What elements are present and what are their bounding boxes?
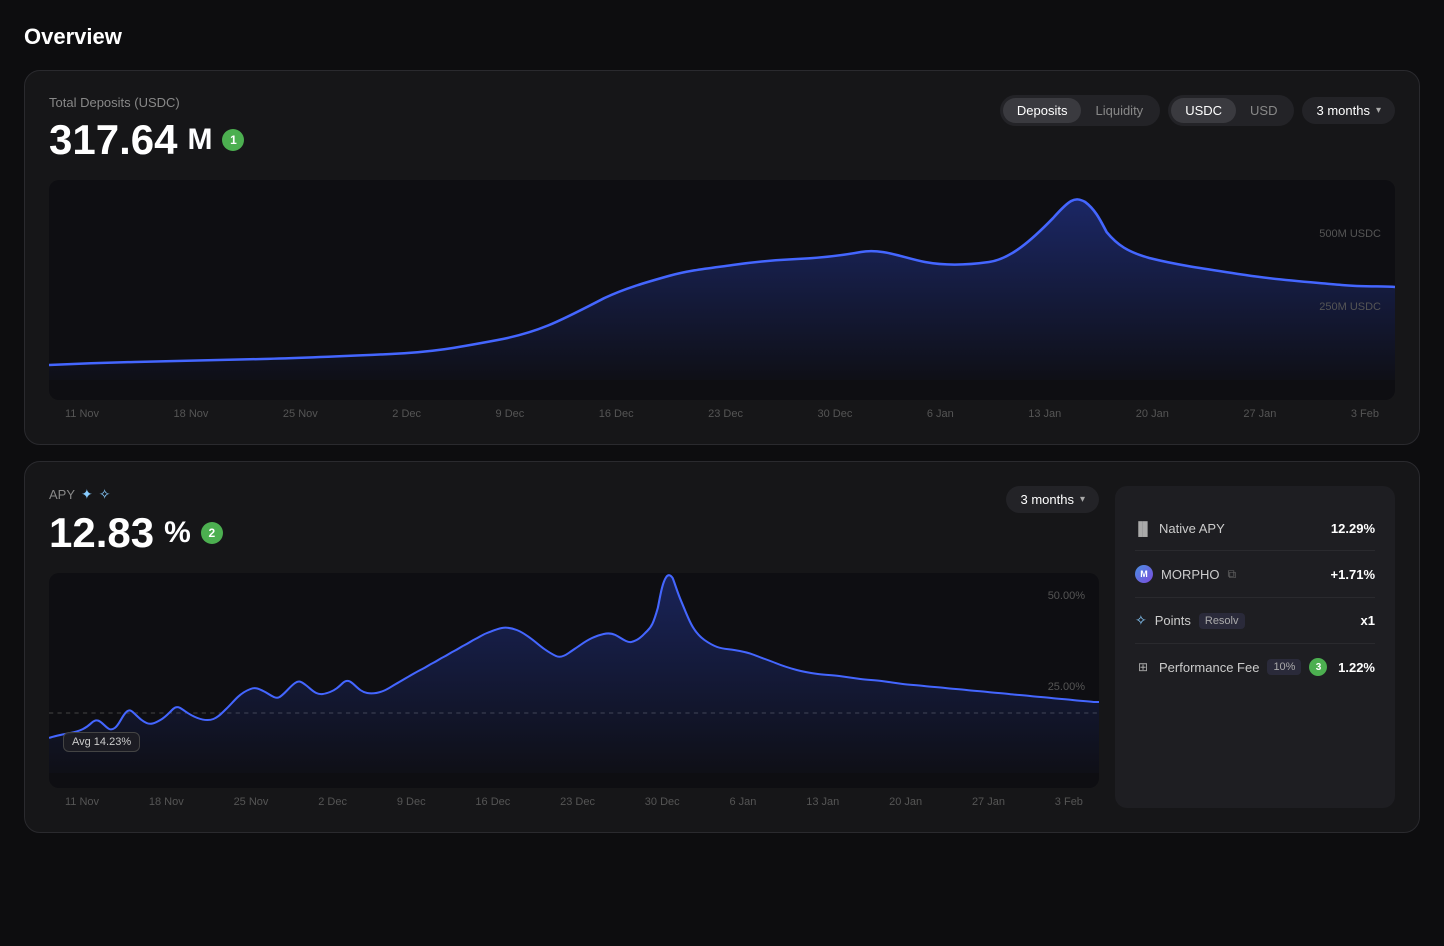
native-apy-label: Native APY xyxy=(1159,521,1225,536)
apy-number: 12.83 xyxy=(49,509,154,557)
y-label-250m: 250M USDC xyxy=(1319,301,1381,313)
x-label-3: 2 Dec xyxy=(392,408,421,420)
morpho-left: M MORPHO ⧉ xyxy=(1135,565,1236,583)
deposits-label: Total Deposits (USDC) xyxy=(49,95,244,110)
apy-time-range-dropdown[interactable]: 3 months ▾ xyxy=(1006,486,1099,513)
apy-area-fill xyxy=(49,575,1099,773)
x-label-12: 3 Feb xyxy=(1351,408,1379,420)
apy-x-0: 11 Nov xyxy=(65,796,99,808)
apy-x-12: 3 Feb xyxy=(1055,796,1083,808)
apy-x-2: 25 Nov xyxy=(234,796,269,808)
apy-y-label-50: 50.00% xyxy=(1048,590,1085,602)
performance-fee-icon: ⊞ xyxy=(1135,659,1151,675)
deposits-tab-group: Deposits Liquidity xyxy=(1000,95,1160,126)
tab-deposits[interactable]: Deposits xyxy=(1003,98,1082,123)
performance-fee-value: 1.22% xyxy=(1338,660,1375,675)
x-label-10: 20 Jan xyxy=(1136,408,1169,420)
points-label: Points xyxy=(1155,613,1191,628)
native-apy-value: 12.29% xyxy=(1331,521,1375,536)
apy-bottom-layout: APY ✦ ✧ 12.83 % 2 3 months ▾ xyxy=(49,486,1395,808)
resolv-badge: Resolv xyxy=(1199,613,1245,629)
apy-card-header: APY ✦ ✧ 12.83 % 2 3 months ▾ xyxy=(49,486,1099,557)
x-label-9: 13 Jan xyxy=(1028,408,1061,420)
page-title: Overview xyxy=(24,24,1420,50)
copy-icon[interactable]: ⧉ xyxy=(1228,567,1237,582)
performance-fee-row: ⊞ Performance Fee 10% 3 1.22% xyxy=(1135,644,1375,690)
apy-x-11: 27 Jan xyxy=(972,796,1005,808)
deposits-x-axis: 11 Nov 18 Nov 25 Nov 2 Dec 9 Dec 16 Dec … xyxy=(49,400,1395,420)
apy-x-axis: 11 Nov 18 Nov 25 Nov 2 Dec 9 Dec 16 Dec … xyxy=(49,788,1099,808)
pill-usd[interactable]: USD xyxy=(1236,98,1291,123)
deposits-card-header: Total Deposits (USDC) 317.64 M 1 Deposit… xyxy=(49,95,1395,164)
avg-label: Avg 14.23% xyxy=(63,732,140,752)
performance-fee-label: Performance Fee xyxy=(1159,660,1259,675)
apy-chart: 50.00% 25.00% Avg 14.23% xyxy=(49,573,1099,788)
apy-x-6: 23 Dec xyxy=(560,796,595,808)
x-label-1: 18 Nov xyxy=(174,408,209,420)
points-value: x1 xyxy=(1361,613,1375,628)
apy-x-10: 20 Jan xyxy=(889,796,922,808)
apy-x-3: 2 Dec xyxy=(318,796,347,808)
deposits-chart-svg xyxy=(49,180,1395,380)
morpho-row: M MORPHO ⧉ +1.71% xyxy=(1135,551,1375,598)
native-apy-left: ▐▌ Native APY xyxy=(1135,520,1225,536)
performance-fee-badge: 3 xyxy=(1309,658,1327,676)
chevron-down-icon: ▾ xyxy=(1376,105,1381,116)
apy-x-9: 13 Jan xyxy=(806,796,839,808)
time-range-label: 3 months xyxy=(1316,103,1369,118)
x-label-2: 25 Nov xyxy=(283,408,318,420)
pill-usdc[interactable]: USDC xyxy=(1171,98,1236,123)
chart-area-fill xyxy=(49,199,1395,380)
deposits-card: Total Deposits (USDC) 317.64 M 1 Deposit… xyxy=(24,70,1420,445)
apy-x-4: 9 Dec xyxy=(397,796,426,808)
apy-card: APY ✦ ✧ 12.83 % 2 3 months ▾ xyxy=(24,461,1420,833)
deposits-controls: Deposits Liquidity USDC USD 3 months ▾ xyxy=(1000,95,1395,126)
apy-x-5: 16 Dec xyxy=(475,796,510,808)
x-label-6: 23 Dec xyxy=(708,408,743,420)
apy-label-row: APY ✦ ✧ xyxy=(49,486,223,503)
apy-value: 12.83 % 2 xyxy=(49,509,223,557)
apy-chart-svg xyxy=(49,573,1099,773)
deposits-value: 317.64 M 1 xyxy=(49,116,244,164)
native-apy-row: ▐▌ Native APY 12.29% xyxy=(1135,506,1375,551)
points-row: ✧ Points Resolv x1 xyxy=(1135,598,1375,644)
apy-unit: % xyxy=(164,516,191,550)
fee-pct-badge: 10% xyxy=(1267,659,1301,675)
x-label-8: 6 Jan xyxy=(927,408,954,420)
deposits-number: 317.64 xyxy=(49,116,177,164)
x-label-5: 16 Dec xyxy=(599,408,634,420)
sparkle-icon-2: ✧ xyxy=(99,486,111,503)
apy-chevron-down-icon: ▾ xyxy=(1080,494,1085,505)
apy-badge: 2 xyxy=(201,522,223,544)
apy-x-7: 30 Dec xyxy=(645,796,680,808)
apy-right-panel: ▐▌ Native APY 12.29% M MORPHO ⧉ +1.71% ✧… xyxy=(1115,486,1395,808)
x-label-11: 27 Jan xyxy=(1243,408,1276,420)
performance-fee-left: ⊞ Performance Fee 10% 3 xyxy=(1135,658,1327,676)
bar-chart-icon: ▐▌ xyxy=(1135,520,1151,536)
deposits-card-left: Total Deposits (USDC) 317.64 M 1 xyxy=(49,95,244,164)
apy-y-label-25: 25.00% xyxy=(1048,681,1085,693)
sparkle-icon-1: ✦ xyxy=(81,486,93,503)
apy-x-1: 18 Nov xyxy=(149,796,184,808)
currency-pill-group: USDC USD xyxy=(1168,95,1294,126)
tab-liquidity[interactable]: Liquidity xyxy=(1081,98,1157,123)
points-left: ✧ Points Resolv xyxy=(1135,612,1245,629)
x-label-0: 11 Nov xyxy=(65,408,99,420)
deposits-unit: M xyxy=(187,123,212,157)
apy-time-range-label: 3 months xyxy=(1020,492,1073,507)
y-label-500m: 500M USDC xyxy=(1319,228,1381,240)
deposits-badge: 1 xyxy=(222,129,244,151)
deposits-chart: 500M USDC 250M USDC xyxy=(49,180,1395,400)
apy-x-8: 6 Jan xyxy=(729,796,756,808)
points-icon: ✧ xyxy=(1135,612,1147,629)
apy-left: APY ✦ ✧ 12.83 % 2 3 months ▾ xyxy=(49,486,1099,808)
x-label-7: 30 Dec xyxy=(817,408,852,420)
x-label-4: 9 Dec xyxy=(496,408,525,420)
time-range-dropdown[interactable]: 3 months ▾ xyxy=(1302,97,1395,124)
apy-header-left: APY ✦ ✧ 12.83 % 2 xyxy=(49,486,223,557)
apy-text-label: APY xyxy=(49,487,75,502)
morpho-icon: M xyxy=(1135,565,1153,583)
morpho-value: +1.71% xyxy=(1331,567,1375,582)
morpho-label: MORPHO xyxy=(1161,567,1220,582)
